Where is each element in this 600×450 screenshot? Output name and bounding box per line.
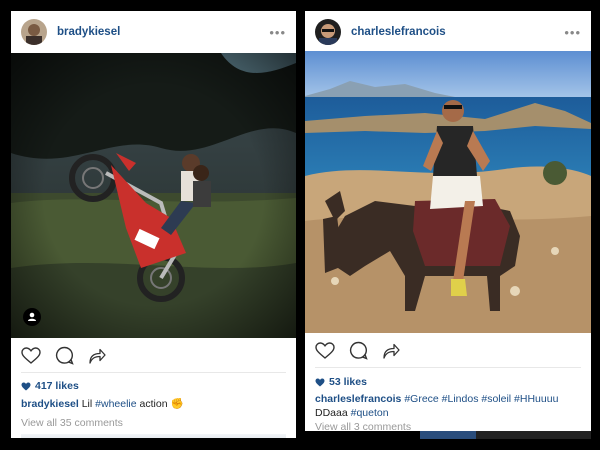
divider xyxy=(315,367,581,368)
caption-username[interactable]: charleslefrancois xyxy=(315,393,401,405)
hashtag[interactable]: #wheelie xyxy=(95,398,136,410)
caption-text: action ✊ xyxy=(136,398,184,410)
post-caption: bradykiesel Lil #wheelie action ✊ xyxy=(21,397,286,411)
post-username[interactable]: bradykiesel xyxy=(57,26,120,38)
post-header: charleslefrancois ••• xyxy=(305,11,591,53)
likes-label: 417 likes xyxy=(35,380,79,392)
post-photo[interactable] xyxy=(305,51,591,333)
likes-count[interactable]: 417 likes xyxy=(21,380,79,392)
caption-username[interactable]: bradykiesel xyxy=(21,398,79,410)
post-username[interactable]: charleslefrancois xyxy=(351,26,446,38)
view-all-comments-link[interactable]: View all 35 comments xyxy=(21,417,123,429)
likes-count[interactable]: 53 likes xyxy=(315,376,367,388)
heart-small-icon xyxy=(21,382,31,390)
truncated-comment xyxy=(21,434,286,438)
post-card-charleslefrancois: charleslefrancois ••• 53 likes charlesle… xyxy=(305,11,591,431)
share-icon[interactable] xyxy=(88,347,106,365)
post-caption: charleslefrancois #Grece #Lindos #soleil… xyxy=(315,392,581,420)
hashtag[interactable]: #queton xyxy=(351,407,389,419)
view-all-comments-link[interactable]: View all 3 comments xyxy=(315,421,411,431)
divider xyxy=(21,372,286,373)
share-icon[interactable] xyxy=(382,342,400,360)
more-icon[interactable]: ••• xyxy=(564,26,581,39)
post-card-bradykiesel: bradykiesel ••• 417 likes bradykiesel Li… xyxy=(11,11,296,438)
avatar[interactable] xyxy=(21,19,47,45)
post-photo[interactable] xyxy=(11,53,296,338)
caption-text: Lil xyxy=(81,398,96,410)
avatar[interactable] xyxy=(315,19,341,45)
caption-text: DDaaa xyxy=(315,407,351,419)
comment-icon[interactable] xyxy=(55,346,74,365)
likes-label: 53 likes xyxy=(329,376,367,388)
bottom-bar-tab[interactable] xyxy=(420,431,476,439)
heart-icon[interactable] xyxy=(315,341,335,360)
user-tag-icon[interactable] xyxy=(23,308,41,326)
more-icon[interactable]: ••• xyxy=(269,26,286,39)
hashtags[interactable]: #Grece #Lindos #soleil #HHuuuu xyxy=(404,393,558,405)
post-actions xyxy=(21,346,106,365)
heart-icon[interactable] xyxy=(21,346,41,365)
post-actions xyxy=(315,341,400,360)
post-header: bradykiesel ••• xyxy=(11,11,296,53)
comment-icon[interactable] xyxy=(349,341,368,360)
heart-small-icon xyxy=(315,378,325,386)
